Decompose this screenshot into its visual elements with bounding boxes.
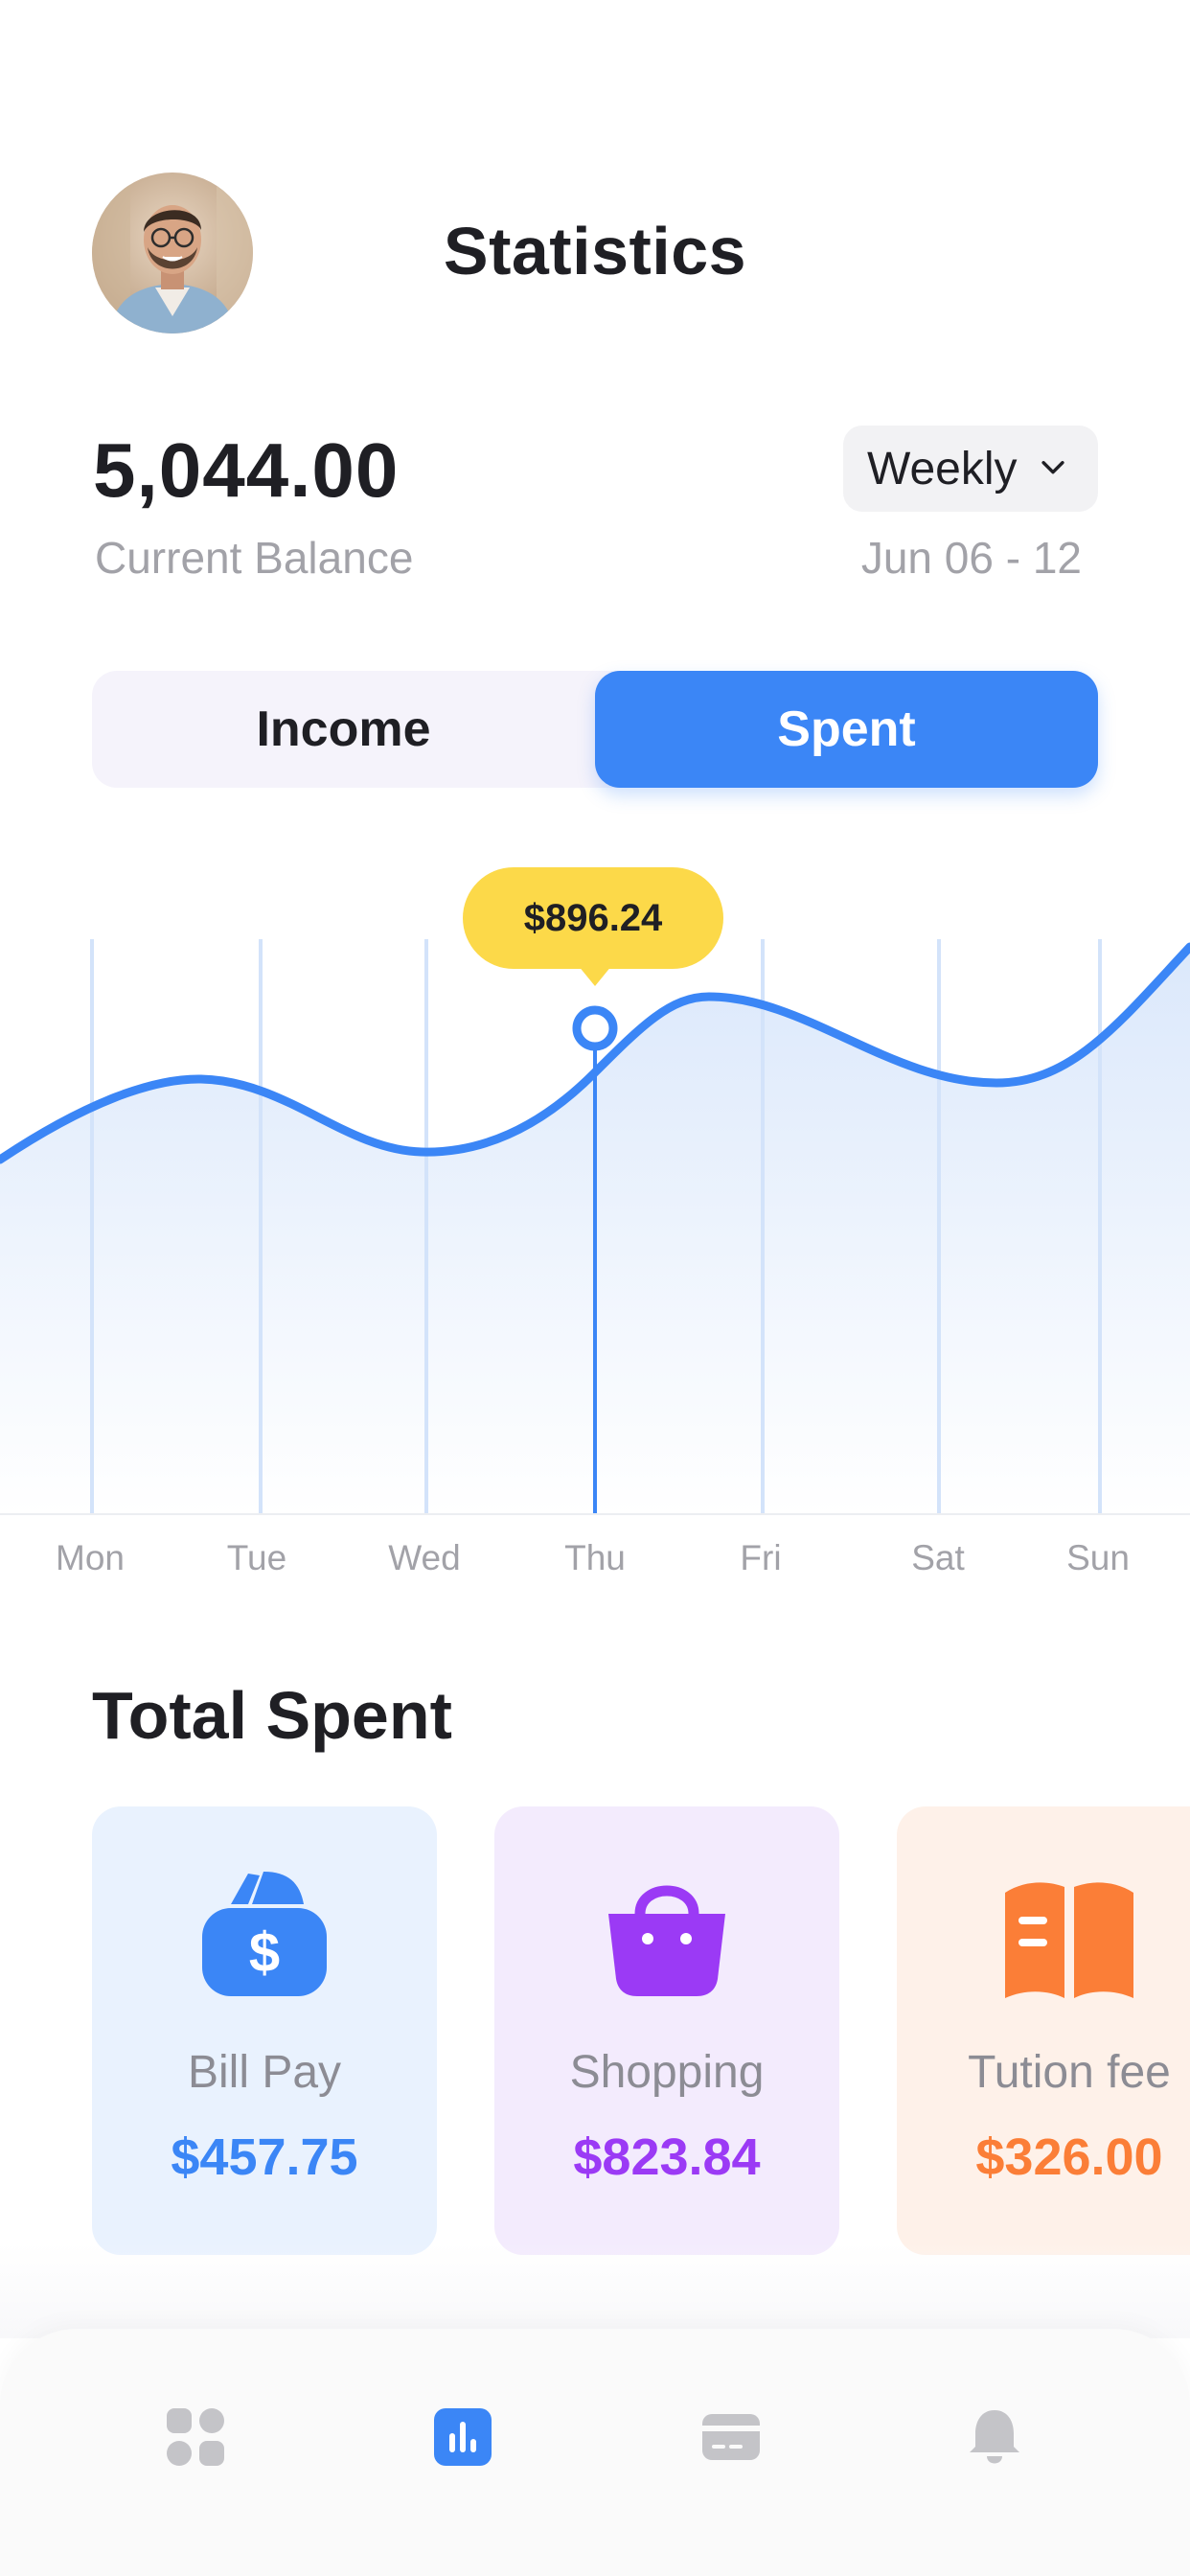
period-dropdown[interactable]: Weekly xyxy=(843,426,1098,512)
x-tick-label: Tue xyxy=(226,1538,287,1577)
bar-chart-icon xyxy=(432,2406,493,2472)
x-tick-label: Mon xyxy=(56,1538,125,1577)
x-tick-label: Sun xyxy=(1066,1538,1130,1577)
grid-icon xyxy=(165,2406,226,2472)
x-tick-label: Wed xyxy=(388,1538,461,1577)
category-card-tuition-fee[interactable]: Tution fee $326.00 xyxy=(897,1806,1190,2255)
section-title: Total Spent xyxy=(92,1678,452,1753)
category-value: $823.84 xyxy=(573,2128,761,2186)
tab-income[interactable]: Income xyxy=(92,671,595,788)
header: Statistics xyxy=(0,0,1190,345)
date-range: Jun 06 - 12 xyxy=(860,533,1082,583)
bottom-fade xyxy=(0,2242,1190,2338)
balance-value: 5,044.00 xyxy=(93,427,400,513)
tab-home[interactable] xyxy=(162,2405,229,2472)
chevron-down-icon xyxy=(1037,450,1069,488)
tab-statistics[interactable] xyxy=(429,2405,496,2472)
tab-spent[interactable]: Spent xyxy=(595,671,1098,788)
category-value: $326.00 xyxy=(975,2128,1163,2186)
category-cards: $ Bill Pay $457.75 Shopping $823.84 Tuti… xyxy=(0,1806,1190,2257)
highlight-point[interactable] xyxy=(572,1005,618,1051)
tooltip-tail xyxy=(578,965,612,986)
wallet-dollar-icon: $ xyxy=(92,1864,437,2008)
x-tick-label: Thu xyxy=(564,1538,626,1577)
income-spent-toggle: Income Spent xyxy=(92,671,1098,788)
period-dropdown-label: Weekly xyxy=(867,443,1018,494)
balance-label: Current Balance xyxy=(95,533,414,583)
category-label: Bill Pay xyxy=(187,2047,342,2098)
x-tick-label: Fri xyxy=(740,1538,782,1577)
tab-cards[interactable] xyxy=(698,2405,765,2472)
category-value: $457.75 xyxy=(171,2128,358,2186)
bell-icon xyxy=(964,2406,1025,2472)
x-axis-labels: Mon Tue Wed Thu Fri Sat Sun xyxy=(0,1538,1190,1586)
page-title: Statistics xyxy=(443,214,747,288)
category-label: Tution fee xyxy=(968,2047,1171,2098)
shopping-bag-icon xyxy=(494,1864,839,2008)
svg-text:$: $ xyxy=(249,1921,280,1984)
value-tooltip: $896.24 xyxy=(463,867,723,969)
tab-notifications[interactable] xyxy=(961,2405,1028,2472)
x-tick-label: Sat xyxy=(911,1538,965,1577)
category-label: Shopping xyxy=(569,2047,765,2098)
category-card-bill-pay[interactable]: $ Bill Pay $457.75 xyxy=(92,1806,437,2255)
bottom-tab-bar xyxy=(0,2329,1190,2576)
category-card-shopping[interactable]: Shopping $823.84 xyxy=(494,1806,839,2255)
credit-card-icon xyxy=(700,2406,762,2472)
book-icon xyxy=(897,1864,1190,2008)
